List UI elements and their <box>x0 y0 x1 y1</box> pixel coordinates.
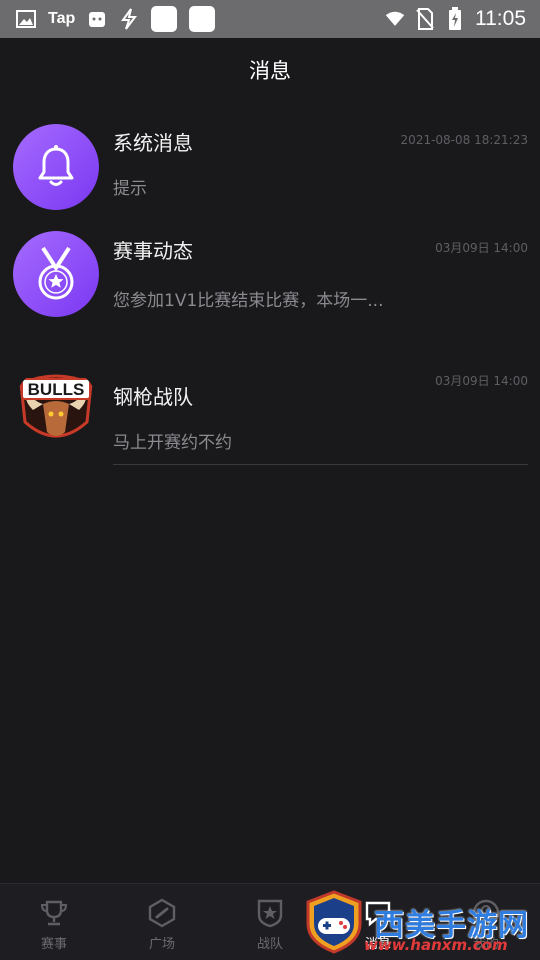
message-title: 赛事动态 <box>113 239 193 263</box>
nav-label: 赛事 <box>40 937 67 952</box>
status-bar: Tap 11:05 <box>0 0 540 38</box>
message-item-events[interactable]: 赛事动态 03月09日 14:00 您参加1V1比赛结束比赛，本场一... <box>0 231 540 321</box>
message-title: 钢枪战队 <box>113 385 193 409</box>
message-time: 03月09日 14:00 <box>435 374 528 388</box>
bulls-team-logo: BULLS <box>13 366 99 452</box>
list-divider <box>113 464 528 465</box>
medal-icon <box>38 246 74 300</box>
event-message-avatar <box>13 231 99 317</box>
nav-label: 广场 <box>148 937 175 952</box>
no-sim-icon <box>415 8 435 30</box>
watermark-url: www.hanxm.com <box>364 936 508 954</box>
calendar-icon <box>87 9 107 29</box>
message-preview: 提示 <box>113 179 147 199</box>
message-preview: 马上开赛约不约 <box>113 433 232 453</box>
image-icon <box>16 9 36 29</box>
message-preview: 您参加1V1比赛结束比赛，本场一... <box>113 291 384 311</box>
wifi-icon <box>385 9 405 29</box>
taptap-icon: Tap <box>48 10 76 27</box>
watermark: 西美手游网 www.hanxm.com <box>302 890 540 960</box>
page-header: 消息 <box>0 38 540 102</box>
message-title: 系统消息 <box>113 131 193 155</box>
page-title: 消息 <box>249 59 291 83</box>
app-square-icon <box>189 6 216 32</box>
message-time: 03月09日 14:00 <box>435 241 528 255</box>
battery-charging-icon <box>445 7 465 30</box>
app-square-icon <box>151 6 178 32</box>
bolt-icon <box>119 8 139 30</box>
nav-label: 战队 <box>256 937 283 952</box>
bell-icon <box>38 145 74 186</box>
message-item-team[interactable]: BULLS 钢枪战队 03月09日 14:00 马上开赛约不约 <box>0 366 540 466</box>
message-time: 2021-08-08 18:21:23 <box>400 133 528 147</box>
message-item-system[interactable]: 系统消息 2021-08-08 18:21:23 提示 <box>0 124 540 214</box>
nav-item-plaza[interactable]: 广场 <box>108 884 216 960</box>
nav-item-events[interactable]: 赛事 <box>0 884 108 960</box>
status-time: 11:05 <box>475 7 526 30</box>
trophy-icon <box>37 896 71 930</box>
system-message-avatar <box>13 124 99 210</box>
shield-star-icon <box>253 896 287 930</box>
compass-icon <box>145 896 179 930</box>
bulls-logo-text: BULLS <box>28 380 85 399</box>
gamepad-logo-icon <box>306 890 362 954</box>
